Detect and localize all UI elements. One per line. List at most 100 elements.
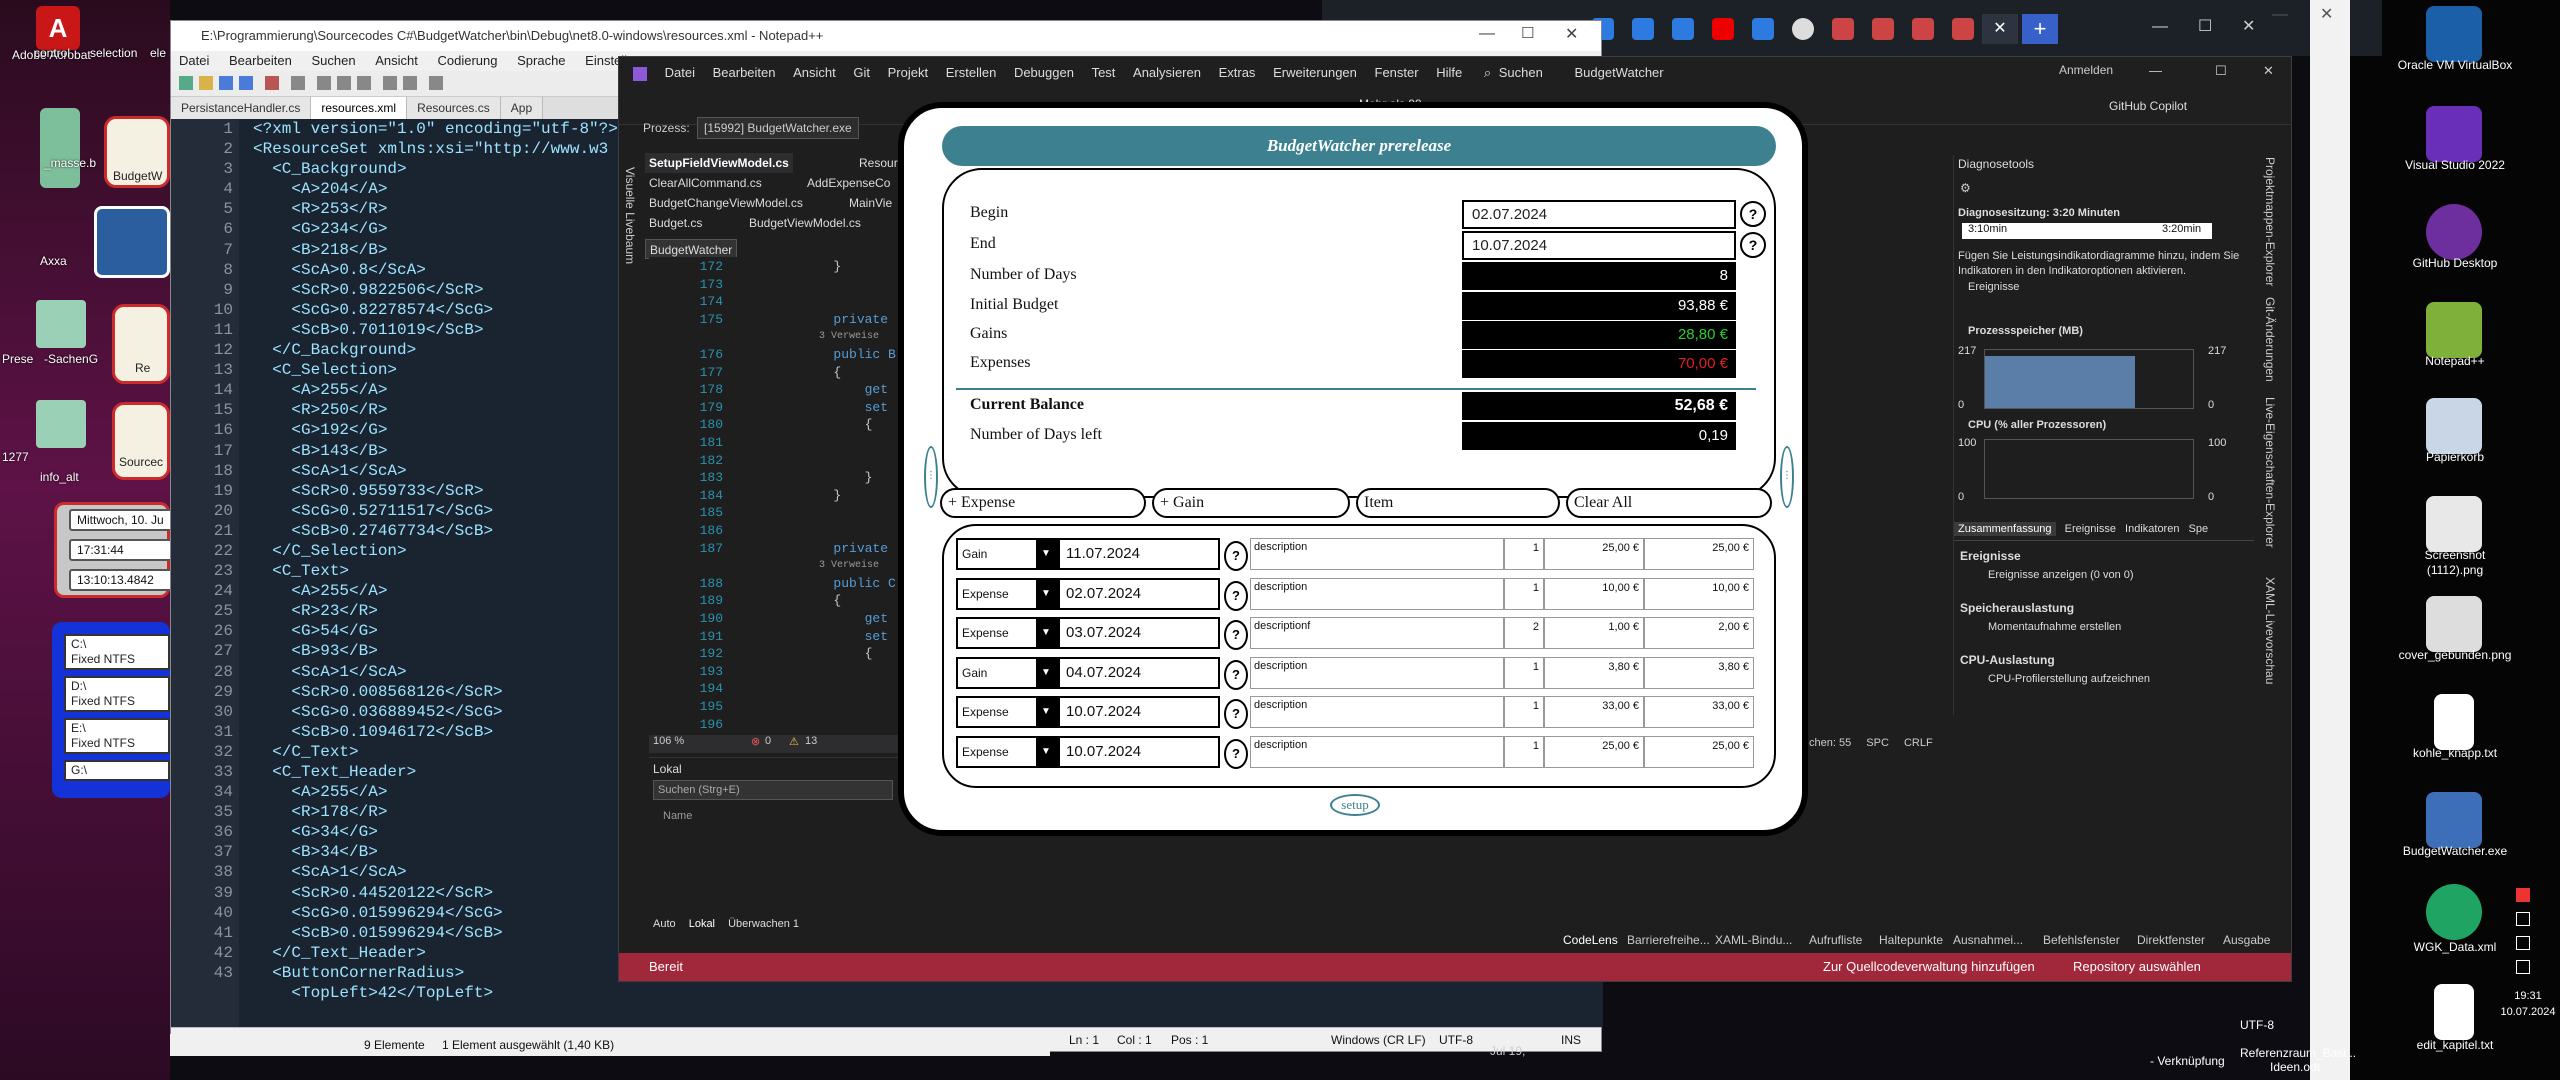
gear-icon[interactable]: ⚙ [1960, 181, 1976, 195]
quantity-field[interactable]: 1 [1504, 736, 1544, 768]
github-icon[interactable] [2426, 204, 2482, 260]
open-file-icon[interactable] [199, 76, 213, 90]
type-select[interactable]: Expense ▼ [956, 617, 1058, 650]
chevron-down-icon[interactable]: ▼ [1036, 579, 1056, 608]
add-source-control-button[interactable]: Zur Quellcodeverwaltung hinzufügen [1823, 953, 2035, 981]
google-icon[interactable] [1792, 18, 1814, 40]
item-button[interactable]: Item [1356, 488, 1560, 518]
close-icon[interactable]: ✕ [1565, 24, 1578, 44]
find-icon[interactable] [429, 76, 443, 90]
browser-tab-icon[interactable] [1672, 18, 1694, 40]
date-field[interactable]: 10.07.2024 [1058, 696, 1220, 729]
browser-tab-icon[interactable] [1752, 18, 1774, 40]
minimize-icon[interactable]: — [2272, 6, 2288, 24]
unit-price-field[interactable]: 3,80 € [1544, 656, 1644, 689]
tab-budget[interactable]: Budget.cs [645, 213, 706, 233]
quantity-field[interactable]: 1 [1504, 696, 1544, 729]
tab-haltepunkte[interactable]: Haltepunkte [1879, 929, 1943, 951]
pdf-file-icon[interactable] [36, 400, 86, 448]
description-field[interactable]: description [1250, 736, 1504, 768]
live-properties-tab[interactable]: Live-Eigenschaften-Explorer [2263, 397, 2277, 548]
close-icon[interactable]: ✕ [2263, 63, 2274, 79]
tab-persistancehandler[interactable]: PersistanceHandler.cs [171, 97, 312, 119]
browser-tab-icon[interactable] [1832, 18, 1854, 40]
tab-clearallcommand[interactable]: ClearAllCommand.cs [645, 173, 766, 193]
paste-icon[interactable] [357, 76, 371, 90]
budgetwatcher-widget[interactable]: BudgetW [104, 116, 170, 188]
cut-icon[interactable] [317, 76, 331, 90]
minimize-icon[interactable]: — [1479, 25, 1495, 43]
chevron-down-icon[interactable]: ▼ [1036, 619, 1056, 648]
volume-icon[interactable] [2516, 936, 2530, 950]
left-side-button[interactable]: ⋮ [924, 446, 938, 508]
type-select[interactable]: Expense ▼ [956, 696, 1058, 729]
unit-price-field[interactable]: 10,00 € [1544, 577, 1644, 610]
drive-item[interactable]: D:\ Fixed NTFS [64, 676, 170, 712]
type-select[interactable]: Expense ▼ [956, 577, 1058, 610]
description-field[interactable]: description [1250, 656, 1504, 689]
menu-ansicht[interactable]: Ansicht [375, 53, 418, 68]
close-icon[interactable]: ✕ [2242, 16, 2255, 36]
events-item[interactable]: Ereignisse anzeigen (0 von 0) [1988, 569, 2134, 581]
browser-tab-icon[interactable] [1912, 18, 1934, 40]
type-select[interactable]: Expense ▼ [956, 736, 1058, 768]
tab-budgetchangeviewmodel[interactable]: BudgetChangeViewModel.cs [645, 193, 807, 213]
date-field[interactable]: 03.07.2024 [1058, 617, 1220, 650]
git-changes-tab[interactable]: Git-Änderungen [2263, 297, 2277, 382]
date-field[interactable]: 10.07.2024 [1058, 736, 1220, 768]
desktop-file-icon[interactable] [40, 108, 80, 188]
description-field[interactable]: description [1250, 538, 1504, 570]
chevron-down-icon[interactable]: ▼ [1036, 738, 1056, 766]
vs-menu-item[interactable]: Hilfe [1436, 65, 1462, 80]
image-file-icon[interactable] [2426, 496, 2482, 552]
vs-menu-item[interactable]: Erweiterungen [1273, 65, 1357, 80]
tab-resources-xml[interactable]: resources.xml [311, 97, 408, 119]
vs-menu-item[interactable]: Fenster [1375, 65, 1419, 80]
drive-item[interactable]: G:\ [64, 760, 170, 781]
begin-help-button[interactable]: ? [1740, 201, 1766, 227]
tab-resources-cs[interactable]: Resources.cs [407, 97, 501, 119]
description-field[interactable]: descriptionf [1250, 617, 1504, 650]
process-select[interactable]: [15992] BudgetWatcher.exe [697, 117, 859, 139]
vs-left-vertical[interactable]: Visuelle Livebaum [623, 167, 637, 347]
tab-ausnahmen[interactable]: Ausnahmei... [1953, 929, 2023, 951]
image-file-icon[interactable] [2426, 596, 2482, 652]
menu-sprache[interactable]: Sprache [517, 53, 565, 68]
redo-icon[interactable] [403, 76, 417, 90]
quantity-field[interactable]: 2 [1504, 617, 1544, 650]
maximize-icon[interactable]: ☐ [2198, 16, 2212, 36]
add-expense-button[interactable]: + Expense [940, 488, 1146, 518]
help-button[interactable]: ? [1224, 739, 1248, 769]
snapshot-item[interactable]: Momentaufnahme erstellen [1988, 621, 2121, 633]
select-repo-button[interactable]: Repository auswählen [2073, 953, 2201, 981]
date-field[interactable]: 04.07.2024 [1058, 656, 1220, 689]
vs-menu-item[interactable]: Erstellen [946, 65, 997, 80]
quantity-field[interactable]: 1 [1504, 577, 1544, 610]
browser-tab-icon[interactable] [1952, 18, 1974, 40]
tab-spe[interactable]: Spe [2189, 523, 2209, 535]
maximize-icon[interactable]: ☐ [2215, 63, 2227, 79]
tab-budgetviewmodel[interactable]: BudgetViewModel.cs [745, 213, 865, 233]
vs-menu-item[interactable]: Datei [665, 65, 695, 80]
text-file-icon[interactable] [2434, 694, 2474, 750]
tab-summary[interactable]: Zusammenfassung [1954, 522, 2056, 536]
tray-time[interactable]: 19:31 [2496, 990, 2560, 1002]
unit-price-field[interactable]: 33,00 € [1544, 696, 1644, 729]
locals-search[interactable]: Suchen (Strg+E) [653, 780, 893, 800]
new-tab-icon[interactable]: + [2022, 14, 2058, 44]
undo-icon[interactable] [383, 76, 397, 90]
help-button[interactable]: ? [1224, 699, 1248, 730]
notepadpp-icon[interactable] [2426, 302, 2482, 358]
drive-item[interactable]: E:\ Fixed NTFS [64, 718, 170, 754]
chevron-down-icon[interactable]: ▼ [1036, 698, 1056, 727]
menu-datei[interactable]: Datei [179, 53, 209, 68]
tab-codelens[interactable]: CodeLens [1563, 929, 1618, 951]
vs-menu-item[interactable]: Git [853, 65, 870, 80]
minimize-icon[interactable]: — [2149, 63, 2162, 78]
add-gain-button[interactable]: + Gain [1152, 488, 1350, 518]
unit-price-field[interactable]: 1,00 € [1544, 617, 1644, 650]
close-file-icon[interactable] [265, 76, 279, 90]
tray-date[interactable]: 10.07.2024 [2496, 1006, 2560, 1018]
text-file-icon[interactable] [2434, 984, 2474, 1040]
date-field[interactable]: 02.07.2024 [1058, 577, 1220, 610]
